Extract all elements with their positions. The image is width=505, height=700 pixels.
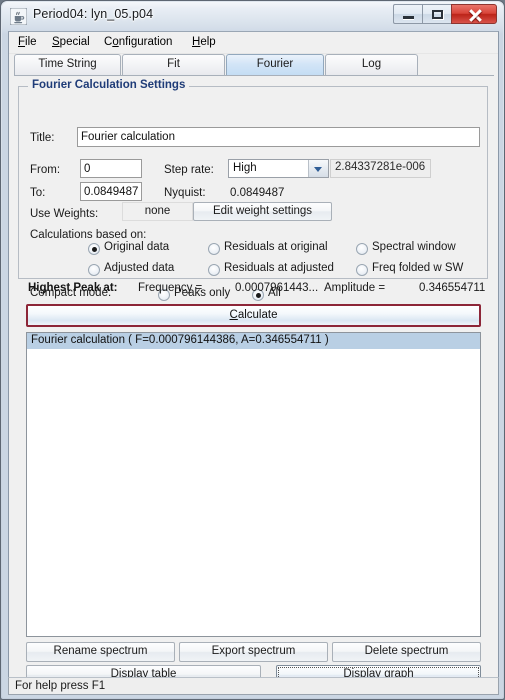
status-bar: For help press F1	[8, 677, 499, 695]
title-input[interactable]	[77, 127, 480, 147]
export-spectrum-label: Export spectrum	[211, 645, 296, 657]
highest-peak-row: Highest Peak at: Frequency = 0.000796144…	[12, 282, 495, 300]
rename-spectrum-label: Rename spectrum	[53, 645, 148, 657]
close-button[interactable]	[451, 4, 497, 24]
calculate-button[interactable]: Calculate	[26, 304, 481, 327]
edit-weight-settings-label: Edit weight settings	[212, 205, 313, 217]
menu-configuration[interactable]: Configuration	[101, 35, 175, 49]
tab-time-string[interactable]: Time String	[14, 54, 121, 75]
delete-spectrum-button[interactable]: Delete spectrum	[332, 642, 481, 662]
spectrum-list[interactable]: Fourier calculation ( F=0.000796144386, …	[26, 332, 481, 637]
menu-special[interactable]: Special	[49, 35, 93, 49]
list-item[interactable]: Fourier calculation ( F=0.000796144386, …	[27, 333, 480, 349]
java-coffee-cup-icon	[10, 8, 27, 25]
use-weights-label: Use Weights:	[30, 208, 99, 220]
export-spectrum-button[interactable]: Export spectrum	[179, 642, 328, 662]
title-bar[interactable]: Period04: lyn_05.p04	[2, 2, 505, 31]
status-text: For help press F1	[15, 680, 106, 692]
step-rate-label: Step rate:	[164, 164, 214, 176]
spectrum-actions-row: Rename spectrum Export spectrum Delete s…	[26, 642, 481, 662]
client-area: File Special Configuration Help Time Str…	[8, 31, 499, 685]
highest-peak-label: Highest Peak at:	[28, 282, 118, 294]
delete-spectrum-label: Delete spectrum	[364, 645, 449, 657]
amplitude-label: Amplitude =	[324, 282, 386, 294]
frequency-value: 0.0007961443...	[235, 282, 319, 294]
calculate-mnemonic: C	[229, 309, 238, 321]
edit-weight-settings-button[interactable]: Edit weight settings	[193, 202, 332, 221]
step-rate-value: High	[233, 162, 257, 174]
fourier-panel: Fourier Calculation Settings Title: From…	[12, 76, 495, 685]
amplitude-value: 0.346554711	[419, 282, 486, 294]
maximize-icon	[423, 5, 451, 23]
radio-spectral-window[interactable]	[356, 243, 368, 255]
minimize-button[interactable]	[393, 4, 422, 24]
radio-original-data[interactable]	[88, 243, 100, 255]
radio-residuals-at-adjusted[interactable]	[208, 264, 220, 276]
radio-spectral-window-label: Spectral window	[372, 241, 456, 253]
from-field-label: From:	[30, 164, 61, 176]
use-weights-value: none	[122, 202, 193, 221]
radio-residuals-at-original-label: Residuals at original	[224, 241, 328, 253]
radio-freq-folded-w-sw-label: Freq folded w SW	[372, 262, 464, 274]
frequency-label: Frequency =	[138, 282, 203, 294]
menu-help[interactable]: Help	[189, 35, 219, 49]
rename-spectrum-button[interactable]: Rename spectrum	[26, 642, 175, 662]
step-rate-numeric-value: 2.84337281e-006	[330, 159, 431, 178]
chevron-down-icon[interactable]	[308, 160, 328, 177]
title-field-label: Title:	[30, 132, 55, 144]
to-input[interactable]	[80, 182, 142, 201]
minimize-icon	[394, 5, 422, 23]
radio-original-data-label: Original data	[104, 241, 170, 253]
nyquist-value: 0.0849487	[230, 187, 285, 199]
nyquist-label: Nyquist:	[164, 187, 206, 199]
calculations-based-on-label: Calculations based on:	[30, 229, 147, 241]
application-window: Period04: lyn_05.p04 File Special Config…	[0, 0, 505, 700]
radio-freq-folded-w-sw[interactable]	[356, 264, 368, 276]
maximize-button[interactable]	[422, 4, 451, 24]
step-rate-select[interactable]: High	[228, 159, 329, 178]
radio-residuals-at-original[interactable]	[208, 243, 220, 255]
window-title: Period04: lyn_05.p04	[33, 7, 154, 21]
tab-fourier[interactable]: Fourier	[226, 54, 324, 75]
fourier-settings-title: Fourier Calculation Settings	[28, 79, 190, 91]
menu-file[interactable]: File	[15, 35, 40, 49]
menu-bar: File Special Configuration Help	[9, 32, 498, 54]
calculate-label-rest: alculate	[237, 309, 278, 321]
tab-log[interactable]: Log	[325, 54, 418, 75]
tab-fit[interactable]: Fit	[122, 54, 225, 75]
from-input[interactable]	[80, 159, 142, 178]
tab-strip: Time String Fit Fourier Log	[14, 54, 494, 76]
radio-residuals-at-adjusted-label: Residuals at adjusted	[224, 262, 334, 274]
radio-adjusted-data-label: Adjusted data	[104, 262, 175, 274]
radio-adjusted-data[interactable]	[88, 264, 100, 276]
to-field-label: To:	[30, 187, 46, 199]
close-icon	[452, 5, 496, 23]
